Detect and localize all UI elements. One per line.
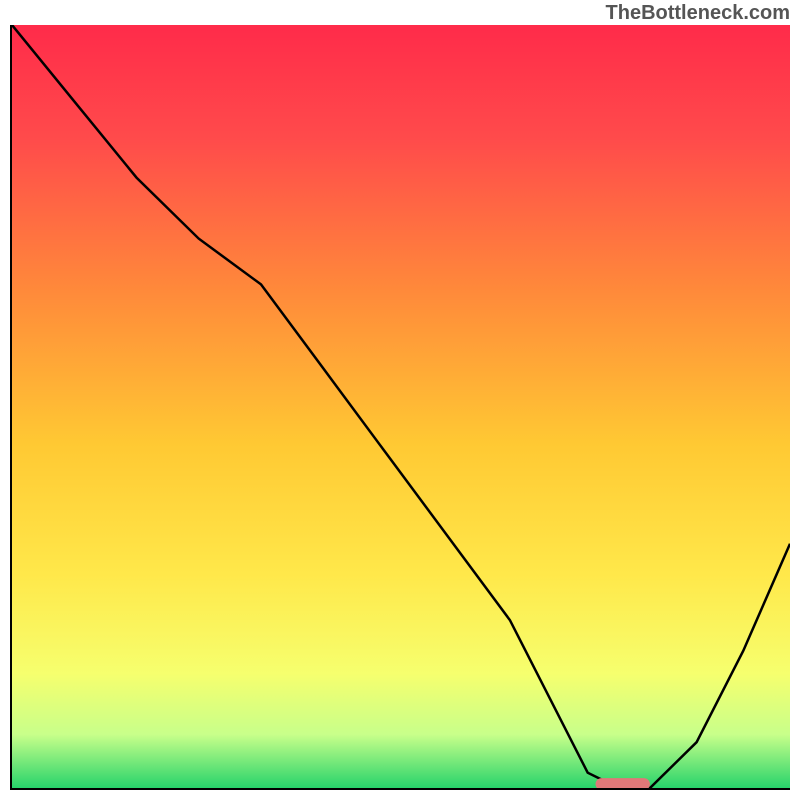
gradient-background [12, 25, 790, 788]
optimal-range-marker [596, 778, 650, 788]
watermark-text: TheBottleneck.com [606, 2, 790, 25]
bottleneck-chart [12, 25, 790, 788]
